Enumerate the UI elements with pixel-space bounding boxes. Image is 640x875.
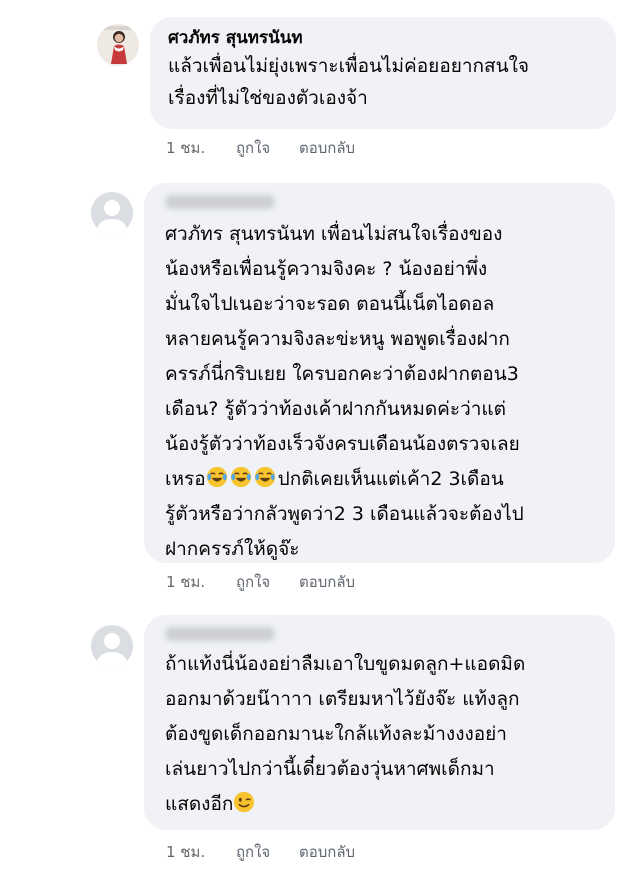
- default-avatar-icon: [91, 192, 133, 234]
- reply-link[interactable]: ตอบกลับ: [299, 570, 355, 594]
- comment-text-segment: ปกติเคยเห็นแต่เค้า2 3เดือน: [277, 468, 504, 490]
- face-with-tears-of-joy-icon: [230, 466, 251, 488]
- comment-text-line: หลายคนรู้ความจิงละข่ะหนู พอพูดเรื่องฝาก: [165, 328, 510, 350]
- comment-text-line: มั่นใจไปเนอะว่าจะรอด ตอนนี้เน็ตไอดอล: [165, 293, 495, 315]
- comment-text-line: ถ้าแท้งนี่น้องอย่าลืมเอาใบขูดมดลูก+แอดมิ…: [165, 653, 526, 675]
- comment-author-blurred[interactable]: [165, 626, 615, 646]
- like-link[interactable]: ถูกใจ: [236, 136, 270, 160]
- avatar[interactable]: [91, 192, 133, 234]
- comment-text-line: แสดงอีก: [165, 787, 615, 822]
- comment-text-segment: เหรอ: [165, 468, 206, 490]
- comment-text-line: รู้ตัวหรือว่ากลัวพูดว่า2 3 เดือนแล้วจะต้…: [165, 503, 524, 525]
- reply-link[interactable]: ตอบกลับ: [299, 136, 355, 160]
- avatar[interactable]: [97, 24, 139, 66]
- comment-text-line: เหรอ ปกติเคยเห็นแต่เค้า2 3เดือน: [165, 462, 615, 497]
- comment-bubble: ศวภัทร สุนทรนันท แล้วเพื่อนไม่ยุ่งเพราะเ…: [150, 17, 616, 129]
- comment-text-segment: แสดงอีก: [165, 793, 234, 815]
- comment-timestamp[interactable]: 1 ชม.: [166, 840, 205, 864]
- comment-text-line: ต้องขูดเด็กออกมานะใกล้แท้งละม้างงงอย่า: [165, 723, 507, 745]
- comment-thread: ศวภัทร สุนทรนันท แล้วเพื่อนไม่ยุ่งเพราะเ…: [0, 0, 640, 875]
- comment-text-line: เล่นยาวไปกว่านี้เดี๋ยวต้องวุ่นหาศพเด็กมา: [165, 758, 495, 780]
- profile-photo-icon: [97, 24, 139, 66]
- comment-text-line: ฝากครรภ์ให้ดูจ๊ะ: [165, 538, 300, 560]
- comment-text-line: ศวภัทร สุนทรนันท เพื่อนไม่สนใจเรื่องของ: [165, 223, 503, 245]
- comment-actions: 1 ชม. ถูกใจ ตอบกลับ: [166, 570, 355, 594]
- comment-actions: 1 ชม. ถูกใจ ตอบกลับ: [166, 840, 355, 864]
- comment-text-line: น้องหรือเพื่อนรู้ความจิงคะ ? น้องอย่าพึ่…: [165, 258, 488, 280]
- like-link[interactable]: ถูกใจ: [236, 840, 270, 864]
- comment-author[interactable]: ศวภัทร สุนทรนันท: [168, 27, 616, 49]
- comment-text-line: เดือน? รู้ตัวว่าท้องเค้าฝากกันหมดค่ะว่าแ…: [165, 398, 507, 420]
- comment-timestamp[interactable]: 1 ชม.: [166, 136, 205, 160]
- comment-author-blurred[interactable]: [165, 194, 615, 214]
- like-link[interactable]: ถูกใจ: [236, 570, 270, 594]
- face-with-tears-of-joy-icon: [206, 466, 227, 488]
- face-with-tears-of-joy-icon: [254, 466, 275, 488]
- comment-text-line: เรื่องที่ไม่ใช่ของตัวเองจ้า: [168, 87, 368, 109]
- avatar[interactable]: [91, 625, 133, 667]
- comment-text-line: น้องรู้ตัวว่าท้องเร็วจังครบเดือนน้องตรวจ…: [165, 433, 520, 455]
- reply-link[interactable]: ตอบกลับ: [299, 840, 355, 864]
- comment-actions: 1 ชม. ถูกใจ ตอบกลับ: [166, 136, 355, 160]
- comment-text-line: ออกมาด้วยน๊าาาา เตรียมหาไว้ยังจ๊ะ แท้งลู…: [165, 688, 520, 710]
- default-avatar-icon: [91, 625, 133, 667]
- comment-bubble: ถ้าแท้งนี่น้องอย่าลืมเอาใบขูดมดลูก+แอดมิ…: [144, 615, 615, 830]
- comment-text-line: แล้วเพื่อนไม่ยุ่งเพราะเพื่อนไม่ค่อยอยากส…: [168, 55, 530, 77]
- comment-bubble: ศวภัทร สุนทรนันท เพื่อนไม่สนใจเรื่องของ …: [144, 183, 615, 563]
- comment-text-line: ครรภ์นี่กริบเยย ใครบอกคะว่าต้องฝากตอน3: [165, 363, 519, 385]
- comment: ศวภัทร สุนทรนันท แล้วเพื่อนไม่ยุ่งเพราะเ…: [0, 0, 640, 160]
- winking-face-icon: [234, 791, 255, 813]
- comment-timestamp[interactable]: 1 ชม.: [166, 570, 205, 594]
